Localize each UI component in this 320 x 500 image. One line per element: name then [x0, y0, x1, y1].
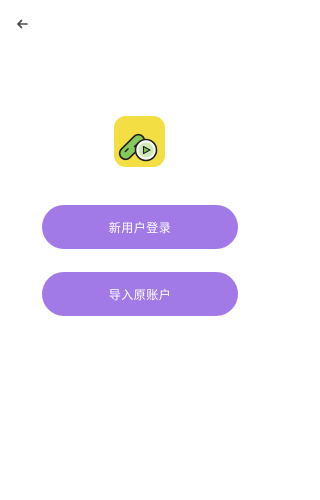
import-account-button[interactable]: 导入原账户 — [42, 272, 238, 316]
back-button[interactable] — [11, 12, 35, 36]
new-user-login-button[interactable]: 新用户登录 — [42, 205, 238, 249]
arrow-left-icon — [17, 19, 28, 29]
cucumber-logo-icon — [114, 116, 165, 167]
app-logo — [114, 116, 165, 167]
new-user-login-label: 新用户登录 — [108, 220, 172, 235]
import-account-label: 导入原账户 — [108, 287, 172, 302]
